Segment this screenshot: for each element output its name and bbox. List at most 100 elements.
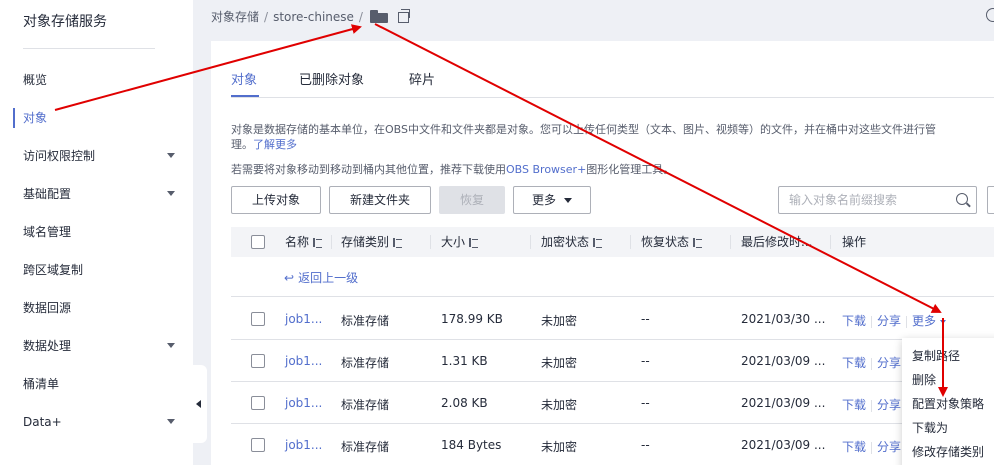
refresh-button[interactable] [987, 186, 994, 214]
sidebar-item-label: 跨区域复制 [23, 263, 84, 277]
share-link[interactable]: 分享 [877, 398, 901, 412]
back-link[interactable]: ↩ 返回上一级 [284, 269, 358, 286]
sort-icon[interactable] [693, 238, 703, 248]
more-button[interactable]: 更多 [513, 186, 591, 214]
table-row: job1... 标准存储 2.08 KB 未加密 -- 2021/03/09 .… [231, 382, 994, 424]
sidebar-item-label: Data+ [23, 415, 62, 429]
table-header: 名称 存储类别 大小 加密状态 恢复状态 最后修改时... 操作 [231, 227, 994, 257]
sidebar-item-access-control[interactable]: 访问权限控制 [23, 146, 183, 166]
restore-status-cell: -- [641, 438, 650, 452]
new-folder-button[interactable]: 新建文件夹 [329, 186, 431, 214]
object-name-link[interactable]: job1... [285, 396, 322, 410]
sidebar-item-data-plus[interactable]: Data+ [23, 412, 183, 432]
column-header-size[interactable]: 大小 [441, 227, 479, 257]
sidebar-item-label: 访问权限控制 [23, 149, 96, 163]
sidebar-item-label: 基础配置 [23, 187, 72, 201]
sidebar-collapse-button[interactable] [193, 365, 207, 443]
table-row: job1... 标准存储 1.31 KB 未加密 -- 2021/03/09 .… [231, 340, 994, 382]
column-header-last-modified[interactable]: 最后修改时... [741, 227, 812, 257]
row-checkbox[interactable] [251, 354, 265, 368]
tab-objects[interactable]: 对象 [231, 69, 257, 88]
menu-item-object-policy[interactable]: 配置对象策略 [912, 394, 984, 414]
sidebar-item-label: 域名管理 [23, 225, 72, 239]
sort-icon[interactable] [313, 238, 323, 248]
chevron-down-icon [167, 419, 175, 424]
sidebar-item-back-to-source[interactable]: 数据回源 [23, 298, 183, 318]
tab-fragments[interactable]: 碎片 [409, 69, 435, 88]
sidebar: 对象存储服务 概览 对象 访问权限控制 基础配置 域名管理 跨区域复制 数据回源… [0, 0, 193, 465]
search-icon[interactable] [956, 193, 968, 205]
chevron-down-icon [167, 153, 175, 158]
encryption-cell: 未加密 [541, 440, 578, 454]
sidebar-item-label: 概览 [23, 73, 48, 87]
share-link[interactable]: 分享 [877, 356, 901, 370]
chevron-down-icon [167, 343, 175, 348]
download-link[interactable]: 下载 [842, 398, 866, 412]
share-link[interactable]: 分享 [877, 314, 901, 328]
menu-item-change-storage-class[interactable]: 修改存储类别 [912, 442, 984, 462]
encryption-cell: 未加密 [541, 314, 578, 328]
column-header-actions: 操作 [842, 235, 867, 249]
sidebar-item-domain[interactable]: 域名管理 [23, 222, 183, 242]
row-checkbox[interactable] [251, 396, 265, 410]
size-cell: 1.31 KB [441, 354, 488, 368]
sidebar-item-objects[interactable]: 对象 [23, 108, 183, 128]
table-row: job1... 标准存储 184 Bytes 未加密 -- 2021/03/09… [231, 424, 994, 465]
column-header-restore-status[interactable]: 恢复状态 [641, 227, 703, 257]
description-line: 理。了解更多 [231, 138, 297, 151]
sort-icon[interactable] [469, 238, 479, 248]
tab-deleted-objects[interactable]: 已删除对象 [299, 69, 364, 88]
sidebar-item-inventory[interactable]: 桶清单 [23, 374, 183, 394]
object-name-link[interactable]: job1... [285, 312, 322, 326]
menu-item-download-as[interactable]: 下载为 [912, 418, 948, 438]
upload-object-button[interactable]: 上传对象 [231, 186, 321, 214]
folder-icon[interactable] [369, 9, 388, 23]
chevron-left-icon [196, 400, 201, 408]
sidebar-item-overview[interactable]: 概览 [23, 70, 183, 90]
download-link[interactable]: 下载 [842, 356, 866, 370]
last-modified-cell: 2021/03/30 ... [741, 312, 826, 326]
copy-icon[interactable] [397, 9, 410, 23]
learn-more-link[interactable]: 了解更多 [253, 138, 297, 151]
more-actions-menu: 复制路径 删除 配置对象策略 下载为 修改存储类别 [902, 338, 994, 465]
share-link[interactable]: 分享 [877, 440, 901, 454]
sidebar-active-indicator [13, 108, 15, 128]
restore-status-cell: -- [641, 354, 650, 368]
row-checkbox[interactable] [251, 312, 265, 326]
more-actions-link[interactable]: 更多 [912, 314, 947, 328]
obs-browser-link[interactable]: OBS Browser+ [506, 163, 586, 176]
download-link[interactable]: 下载 [842, 440, 866, 454]
column-header-storage-class[interactable]: 存储类别 [341, 227, 403, 257]
breadcrumb-root[interactable]: 对象存储 [211, 9, 259, 25]
more-button-label: 更多 [531, 193, 556, 207]
row-checkbox[interactable] [251, 438, 265, 452]
last-modified-cell: 2021/03/09 ... [741, 438, 826, 452]
download-link[interactable]: 下载 [842, 314, 866, 328]
sort-icon[interactable] [593, 238, 603, 248]
menu-item-copy-path[interactable]: 复制路径 [912, 346, 960, 366]
select-all-checkbox[interactable] [251, 235, 265, 249]
storage-class-cell: 标准存储 [341, 356, 390, 370]
encryption-cell: 未加密 [541, 398, 578, 412]
breadcrumb-bucket[interactable]: store-chinese [273, 9, 354, 25]
sidebar-item-basic-config[interactable]: 基础配置 [23, 184, 183, 204]
sidebar-title: 对象存储服务 [23, 14, 107, 30]
chevron-down-icon [940, 319, 947, 324]
object-name-link[interactable]: job1... [285, 354, 322, 368]
sidebar-item-label: 数据处理 [23, 339, 72, 353]
help-icon[interactable] [986, 8, 994, 22]
sidebar-item-cross-region[interactable]: 跨区域复制 [23, 260, 183, 280]
restore-button[interactable]: 恢复 [439, 186, 505, 214]
sidebar-item-data-processing[interactable]: 数据处理 [23, 336, 183, 356]
arrow-left-icon: ↩ [284, 271, 295, 285]
search-input[interactable] [779, 187, 939, 213]
sidebar-item-label: 数据回源 [23, 301, 72, 315]
size-cell: 2.08 KB [441, 396, 488, 410]
size-cell: 178.99 KB [441, 312, 503, 326]
menu-item-delete[interactable]: 删除 [912, 370, 936, 390]
sort-icon[interactable] [393, 238, 403, 248]
column-header-name[interactable]: 名称 [285, 227, 323, 257]
column-header-encryption[interactable]: 加密状态 [541, 227, 603, 257]
table-row: job1... 标准存储 178.99 KB 未加密 -- 2021/03/30… [231, 298, 994, 340]
object-name-link[interactable]: job1... [285, 438, 322, 452]
